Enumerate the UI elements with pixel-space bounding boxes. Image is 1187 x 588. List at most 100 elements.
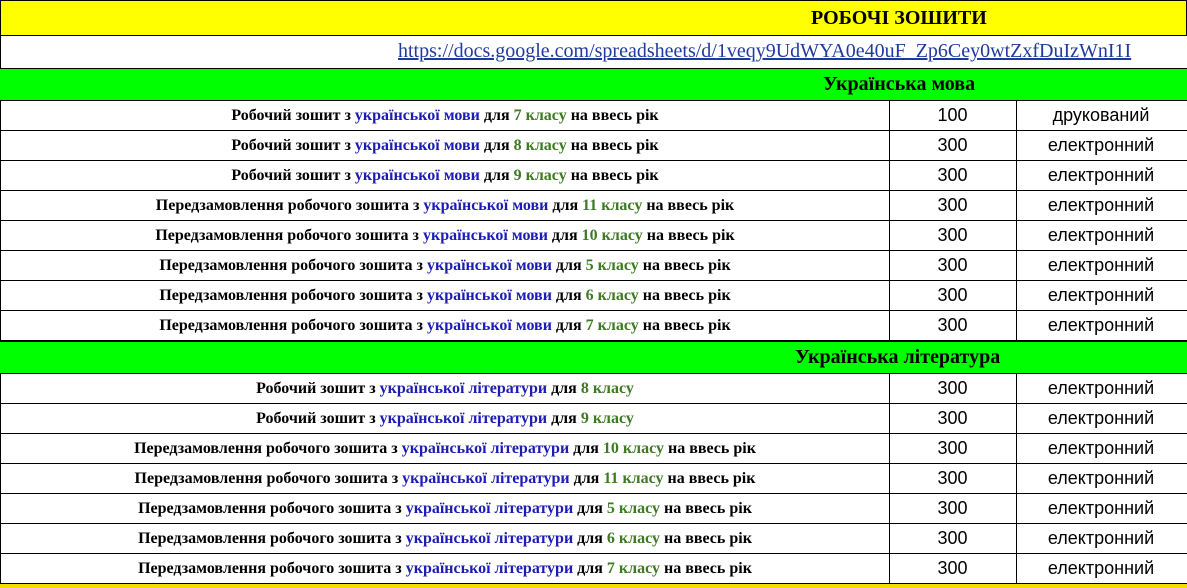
product-name-subject: української літератури (402, 470, 570, 487)
format-cell[interactable]: електронний (1016, 161, 1186, 190)
format-cell[interactable]: друкований (1016, 101, 1186, 130)
format-cell[interactable]: електронний (1016, 374, 1186, 403)
table-row[interactable]: Робочий зошит з української мови для 8 к… (0, 131, 1187, 161)
table-row[interactable]: Передзамовлення робочого зошита з україн… (0, 191, 1187, 221)
price-cell[interactable]: 100 (889, 101, 1017, 130)
product-name-subject: української мови (354, 107, 480, 124)
format-cell[interactable]: електронний (1016, 464, 1186, 493)
product-name-subject: української мови (426, 317, 552, 334)
product-name-subject: української літератури (379, 380, 548, 397)
product-name-pre: Робочий зошит з (231, 167, 351, 184)
product-name-pre: Робочий зошит з (256, 380, 376, 397)
price-cell[interactable]: 300 (889, 311, 1017, 340)
product-name-mid: для (555, 257, 582, 274)
product-name-cls: 6 класу (606, 530, 660, 547)
product-name-cell[interactable]: Передзамовлення робочого зошита з україн… (1, 191, 890, 220)
product-name-cell[interactable]: Передзамовлення робочого зошита з україн… (1, 464, 890, 493)
table-row[interactable]: Передзамовлення робочого зошита з україн… (0, 311, 1187, 341)
price-cell[interactable]: 300 (889, 554, 1017, 583)
table-row[interactable]: Передзамовлення робочого зошита з україн… (0, 281, 1187, 311)
section-header[interactable]: Українська література (0, 341, 1187, 374)
format-cell[interactable]: електронний (1016, 554, 1186, 583)
table-row[interactable]: Робочий зошит з української літератури д… (0, 374, 1187, 404)
table-row[interactable]: Передзамовлення робочого зошита з україн… (0, 221, 1187, 251)
product-name-pre: Робочий зошит з (256, 410, 376, 427)
table-row[interactable]: Передзамовлення робочого зошита з україн… (0, 251, 1187, 281)
product-name-cell[interactable]: Передзамовлення робочого зошита з україн… (1, 434, 890, 463)
table-row[interactable]: Передзамовлення робочого зошита з україн… (0, 524, 1187, 554)
format-cell[interactable]: електронний (1016, 494, 1186, 523)
product-name-pre: Передзамовлення робочого зошита з (159, 257, 423, 274)
format-cell[interactable]: електронний (1016, 191, 1186, 220)
table-row[interactable]: Робочий зошит з української літератури д… (0, 404, 1187, 434)
section-header[interactable]: Українська мова (0, 68, 1187, 101)
spreadsheet: РОБОЧІ ЗОШИТИ https://docs.google.com/sp… (0, 0, 1187, 588)
format-cell[interactable]: електронний (1016, 281, 1186, 310)
product-name-post: на ввесь рік (570, 167, 659, 184)
table-row[interactable]: Передзамовлення робочого зошита з україн… (0, 554, 1187, 584)
price-cell[interactable]: 300 (889, 161, 1017, 190)
product-name-cls: 5 класу (606, 500, 660, 517)
product-name-cell[interactable]: Передзамовлення робочого зошита з україн… (1, 221, 890, 250)
product-name-post: на ввесь рік (664, 500, 752, 517)
title-row[interactable]: РОБОЧІ ЗОШИТИ (0, 0, 1187, 36)
product-name-cell[interactable]: Передзамовлення робочого зошита з україн… (1, 494, 890, 523)
product-name-cell[interactable]: Робочий зошит з української літератури д… (1, 374, 890, 403)
product-name-cell[interactable]: Передзамовлення робочого зошита з україн… (1, 554, 890, 583)
product-name-subject: української літератури (405, 530, 574, 547)
product-name-subject: української літератури (405, 500, 574, 517)
price-cell[interactable]: 300 (889, 524, 1017, 553)
format-cell[interactable]: електронний (1016, 131, 1186, 160)
product-name-pre: Передзамовлення робочого зошита з (134, 470, 399, 487)
product-name-post: на ввесь рік (668, 440, 756, 457)
product-name-cell[interactable]: Робочий зошит з української мови для 8 к… (1, 131, 890, 160)
format-cell[interactable]: електронний (1016, 524, 1186, 553)
spreadsheet-link[interactable]: https://docs.google.com/spreadsheets/d/1… (398, 40, 1131, 63)
table-row[interactable]: Робочий зошит з української мови для 7 к… (0, 101, 1187, 131)
product-name-post: на ввесь рік (646, 197, 735, 214)
price-cell[interactable]: 300 (889, 131, 1017, 160)
format-cell[interactable]: електронний (1016, 434, 1186, 463)
product-name-pre: Передзамовлення робочого зошита з (138, 500, 402, 517)
format-cell[interactable]: електронний (1016, 311, 1186, 340)
product-name-subject: української мови (423, 197, 549, 214)
product-name-subject: української мови (354, 167, 480, 184)
product-name-cell[interactable]: Передзамовлення робочого зошита з україн… (1, 281, 890, 310)
product-name-cell[interactable]: Робочий зошит з української літератури д… (1, 404, 890, 433)
product-name-subject: української мови (426, 287, 552, 304)
table-row[interactable]: Робочий зошит з української мови для 9 к… (0, 161, 1187, 191)
product-name-subject: української мови (426, 257, 552, 274)
product-name-cell[interactable]: Робочий зошит з української мови для 9 к… (1, 161, 890, 190)
link-row[interactable]: https://docs.google.com/spreadsheets/d/1… (0, 36, 1187, 68)
product-name-mid: для (483, 137, 510, 154)
product-name-cls: 5 класу (585, 257, 639, 274)
price-cell[interactable]: 300 (889, 281, 1017, 310)
product-name-pre: Робочий зошит з (231, 137, 351, 154)
price-cell[interactable]: 300 (889, 221, 1017, 250)
table-row[interactable]: Передзамовлення робочого зошита з україн… (0, 434, 1187, 464)
product-name-cell[interactable]: Передзамовлення робочого зошита з україн… (1, 251, 890, 280)
format-cell[interactable]: електронний (1016, 251, 1186, 280)
format-cell[interactable]: електронний (1016, 404, 1186, 433)
price-cell[interactable]: 300 (889, 434, 1017, 463)
price-cell[interactable]: 300 (889, 251, 1017, 280)
product-name-cls: 11 класу (603, 470, 664, 487)
product-name-post: на ввесь рік (664, 560, 752, 577)
product-name-post: на ввесь рік (667, 470, 756, 487)
price-cell[interactable]: 300 (889, 191, 1017, 220)
product-name-post: на ввесь рік (642, 257, 731, 274)
format-cell[interactable]: електронний (1016, 221, 1186, 250)
price-cell[interactable]: 300 (889, 404, 1017, 433)
table-row[interactable]: Передзамовлення робочого зошита з україн… (0, 464, 1187, 494)
price-cell[interactable]: 300 (889, 464, 1017, 493)
product-name-cell[interactable]: Передзамовлення робочого зошита з україн… (1, 524, 890, 553)
table-row[interactable]: Передзамовлення робочого зошита з україн… (0, 494, 1187, 524)
price-cell[interactable]: 300 (889, 494, 1017, 523)
product-name-cell[interactable]: Робочий зошит з української мови для 7 к… (1, 101, 890, 130)
product-name-cls: 6 класу (585, 287, 639, 304)
section-title: Українська література (795, 346, 1001, 368)
product-name-mid: для (573, 470, 600, 487)
product-name-subject: української мови (422, 227, 548, 244)
product-name-cell[interactable]: Передзамовлення робочого зошита з україн… (1, 311, 890, 340)
price-cell[interactable]: 300 (889, 374, 1017, 403)
